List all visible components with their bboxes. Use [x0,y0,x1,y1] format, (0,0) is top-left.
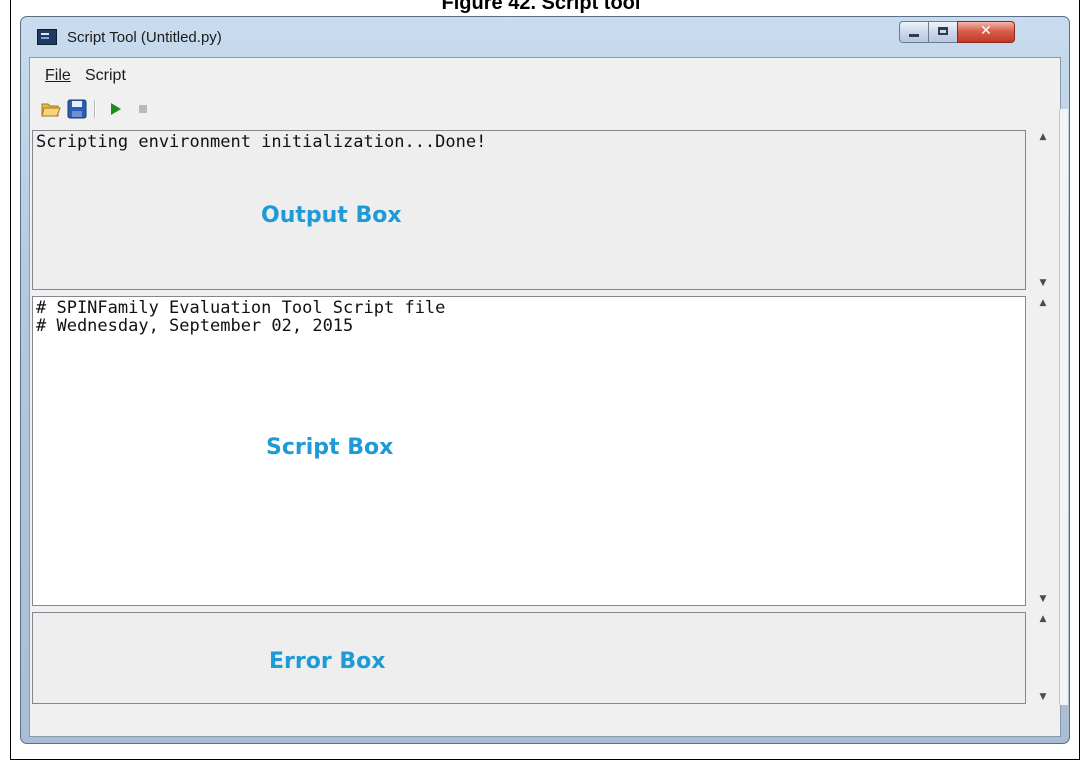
save-disk-icon[interactable] [66,98,88,120]
output-scrollbar[interactable]: ▲ ▼ [1030,130,1056,290]
stop-icon[interactable] [132,98,154,120]
scroll-up-arrow-icon[interactable]: ▲ [1030,614,1056,624]
error-box[interactable]: Error Box [32,612,1026,704]
toolbar [30,96,1060,124]
client-area: File Script Scripting environment initia [29,57,1061,737]
scroll-down-arrow-icon[interactable]: ▼ [1030,594,1056,604]
script-line: # Wednesday, September 02, 2015 [36,316,354,336]
error-scrollbar[interactable]: ▲ ▼ [1030,612,1056,704]
output-box[interactable]: Scripting environment initialization...D… [32,130,1026,290]
app-terminal-icon [37,29,57,45]
script-box-annotation: Script Box [266,435,394,460]
error-box-annotation: Error Box [269,649,386,674]
window-right-edge [1059,109,1068,705]
error-text [33,613,1025,615]
open-folder-icon[interactable] [40,98,62,120]
script-box[interactable]: # SPINFamily Evaluation Tool Script file… [32,296,1026,606]
script-tool-window: Script Tool (Untitled.py) File Script [20,16,1070,744]
menu-script[interactable]: Script [85,67,126,85]
scroll-down-arrow-icon[interactable]: ▼ [1030,278,1056,288]
script-scrollbar[interactable]: ▲ ▼ [1030,296,1056,606]
menu-bar: File Script [30,58,1060,94]
scroll-up-arrow-icon[interactable]: ▲ [1030,298,1056,308]
toolbar-separator [94,100,96,118]
scroll-down-arrow-icon[interactable]: ▼ [1030,692,1056,702]
minimize-button[interactable] [899,21,929,43]
scroll-up-arrow-icon[interactable]: ▲ [1030,132,1056,142]
window-title: Script Tool (Untitled.py) [67,29,222,46]
close-button[interactable] [957,21,1015,43]
run-icon[interactable] [104,98,126,120]
title-bar[interactable]: Script Tool (Untitled.py) [21,17,1069,57]
figure-caption: Figure 42. Script tool [441,0,641,14]
script-line: # SPINFamily Evaluation Tool Script file [36,298,446,318]
output-text: Scripting environment initialization...D… [36,132,487,152]
menu-file[interactable]: File [45,67,71,85]
maximize-button[interactable] [928,21,958,43]
output-box-annotation: Output Box [261,203,402,228]
